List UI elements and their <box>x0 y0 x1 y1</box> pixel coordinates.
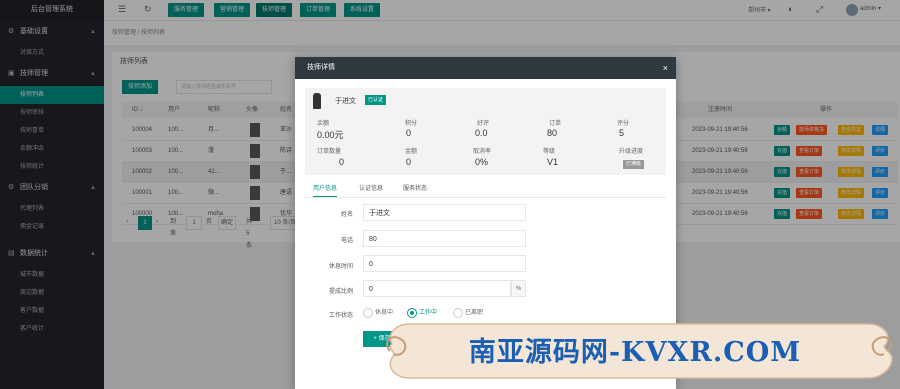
percent-suffix: % <box>511 280 526 297</box>
stat-cancel-label: 取消率 <box>473 149 492 155</box>
stat-order-count-label: 订单数量 <box>317 149 342 155</box>
tab-auth-info[interactable]: 认证信息 <box>359 182 383 196</box>
stat-points-value: 0 <box>406 128 412 138</box>
stat-balance-value: 0.00元 <box>317 130 344 140</box>
profile-panel: 于进文 已认证 余额 0.00元 积分 0 好评 0.0 订单 80 评分 5 … <box>305 88 666 175</box>
status-radio-rest[interactable]: 休息中 <box>363 308 393 318</box>
stat-score-label: 评分 <box>617 121 630 127</box>
tab-service-status[interactable]: 服务状态 <box>403 182 427 196</box>
stat-praise-label: 好评 <box>477 121 490 127</box>
stat-orders-value: 80 <box>547 128 558 138</box>
stat-level-value: V1 <box>547 157 559 167</box>
modal-title: 技师详情 <box>307 64 335 71</box>
stat-amount-label: 金额 <box>405 149 418 155</box>
rest-field[interactable]: 0 <box>363 255 526 272</box>
stat-balance-label: 余额 <box>317 121 330 127</box>
stat-level-label: 等级 <box>543 149 556 155</box>
level-progress-badge: 已满级 <box>623 160 645 169</box>
stat-order-count-value: 0 <box>339 157 345 167</box>
tech-name: 于进文 <box>335 98 356 105</box>
status-radio-left[interactable]: 已离职 <box>453 308 483 318</box>
commission-field[interactable]: 0 <box>363 280 511 297</box>
stat-cancel-value: 0% <box>475 157 489 167</box>
radio-label: 工作中 <box>419 310 438 316</box>
stat-progress-label: 升级进度 <box>619 149 644 155</box>
stat-score-value: 5 <box>619 128 625 138</box>
radio-label: 休息中 <box>375 310 394 316</box>
rest-label: 休息时间 <box>328 264 353 270</box>
watermark-text: 南亚源码网-KVXR.COM <box>468 337 802 368</box>
tech-avatar <box>313 93 321 109</box>
radio-dot <box>407 308 417 318</box>
status-radio-working[interactable]: 工作中 <box>407 308 437 318</box>
radio-dot <box>453 308 463 318</box>
modal-header: 技师详情 × <box>295 57 676 79</box>
name-field[interactable]: 于进文 <box>363 204 526 221</box>
stat-praise-value: 0.0 <box>475 128 488 138</box>
radio-label: 已离职 <box>465 310 484 316</box>
commission-label: 提成比例 <box>328 289 353 295</box>
phone-field[interactable]: 80 <box>363 230 526 247</box>
tab-user-info[interactable]: 用户信息 <box>313 182 338 198</box>
tab-divider <box>305 197 666 198</box>
phone-label: 电话 <box>340 238 353 244</box>
status-label: 工作状态 <box>328 313 353 319</box>
stat-orders-label: 订单 <box>549 121 562 127</box>
verified-badge: 已认证 <box>365 95 387 105</box>
name-label: 姓名 <box>340 212 353 218</box>
radio-dot <box>363 308 373 318</box>
stat-amount-value: 0 <box>406 157 412 167</box>
close-icon[interactable]: × <box>663 57 668 79</box>
stat-points-label: 积分 <box>405 121 418 127</box>
